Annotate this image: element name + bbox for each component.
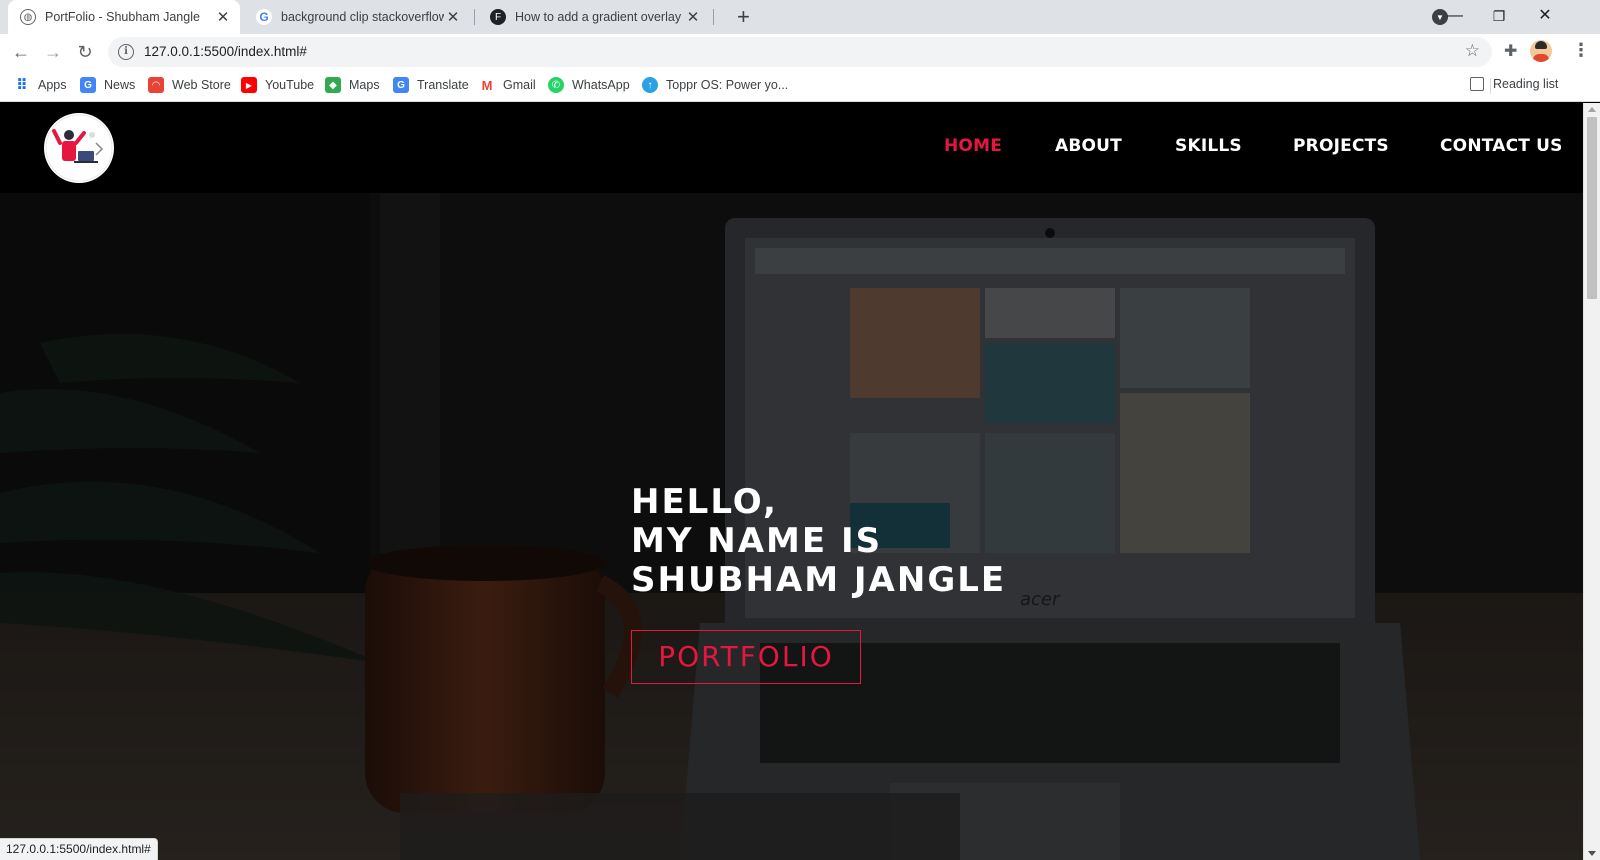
reading-list-button[interactable]: Reading list	[1470, 77, 1558, 91]
bookmark-youtube[interactable]: ▶ YouTube	[241, 77, 314, 93]
bookmark-apps[interactable]: ⠿ Apps	[14, 77, 67, 94]
f-icon: F	[490, 9, 506, 25]
scrollbar-thumb[interactable]	[1587, 117, 1597, 299]
hero-heading: HELLO, MY NAME IS SHUBHAM JANGLE	[631, 483, 1006, 600]
bookmark-translate[interactable]: G Translate	[393, 77, 469, 93]
back-arrow-icon[interactable]: ←	[8, 39, 34, 65]
menu-kebab-icon[interactable]: ⋮	[1572, 40, 1590, 61]
browser-toolbar: ← → ↻ i 127.0.0.1:5500/index.html# ☆	[0, 34, 1600, 70]
bookmark-label: Gmail	[503, 78, 536, 92]
toppr-icon: ↑	[642, 77, 658, 93]
bookmark-maps[interactable]: ◆ Maps	[325, 77, 380, 93]
scroll-down-arrow-icon[interactable]	[1588, 851, 1596, 856]
address-bar[interactable]: i 127.0.0.1:5500/index.html# ☆	[108, 37, 1492, 67]
nav-home[interactable]: HOME	[944, 136, 1002, 156]
bookmark-label: Translate	[417, 78, 469, 92]
nav-about[interactable]: ABOUT	[1055, 136, 1122, 156]
scroll-up-arrow-icon[interactable]	[1588, 107, 1596, 112]
whatsapp-icon: ✆	[548, 77, 564, 93]
reading-list-icon	[1470, 77, 1484, 91]
apps-grid-icon: ⠿	[16, 77, 28, 94]
close-icon[interactable]: ✕	[214, 8, 232, 26]
google-icon: G	[256, 9, 272, 25]
bookmark-star-icon[interactable]: ☆	[1465, 41, 1480, 61]
news-icon: G	[80, 77, 96, 93]
nav-contact-us[interactable]: CONTACT US	[1440, 136, 1563, 156]
tab-title: How to add a gradient overlay to	[515, 10, 684, 24]
person-with-laptop-icon	[45, 114, 113, 182]
forward-arrow-icon[interactable]: →	[40, 39, 66, 65]
profile-avatar[interactable]	[1530, 40, 1552, 62]
hero-line-greeting: HELLO,	[631, 482, 778, 522]
tab-divider	[474, 9, 475, 25]
tab-divider	[713, 9, 714, 25]
tab-gradient-overlay[interactable]: F How to add a gradient overlay to ✕	[478, 0, 710, 34]
tab-stackoverflow-search[interactable]: G background clip stackoverflow - G ✕	[244, 0, 470, 34]
site-navbar: HOME ABOUT SKILLS PROJECTS CONTACT US	[0, 103, 1583, 193]
bookmark-label: News	[104, 78, 136, 92]
page-viewport: HOME ABOUT SKILLS PROJECTS CONTACT US ac…	[0, 103, 1583, 860]
bookmarks-bar: ⠿ Apps G News ◠ Web Store ▶ YouTube ◆ Ma…	[0, 70, 1600, 102]
minimize-button[interactable]: —	[1440, 4, 1470, 28]
url-text[interactable]: 127.0.0.1:5500/index.html#	[144, 44, 307, 59]
bookmark-label: YouTube	[265, 78, 315, 92]
translate-icon: G	[393, 77, 409, 93]
bookmark-news[interactable]: G News	[80, 77, 135, 93]
bookmark-label: WhatsApp	[572, 78, 630, 92]
hero-line-name: SHUBHAM JANGLE	[631, 560, 1007, 600]
gmail-icon: M	[481, 77, 493, 93]
portfolio-button[interactable]: PORTFOLIO	[631, 630, 861, 684]
site-logo[interactable]	[44, 113, 114, 183]
page-scrollbar[interactable]	[1583, 103, 1600, 860]
close-window-button[interactable]: ✕	[1530, 4, 1560, 28]
bookmark-gmail[interactable]: M Gmail	[479, 77, 536, 93]
hero-section: acer HELLO, MY NAME IS SHUBHAM JANGLE PO…	[0, 193, 1583, 860]
close-icon[interactable]: ✕	[444, 8, 462, 26]
reload-icon[interactable]: ↻	[72, 39, 98, 65]
tab-portfolio[interactable]: ◍ PortFolio - Shubham Jangle ✕	[8, 0, 240, 34]
tab-strip: ◍ PortFolio - Shubham Jangle ✕ G backgro…	[0, 0, 1600, 34]
tab-title: PortFolio - Shubham Jangle	[45, 10, 200, 24]
restore-button[interactable]: ❐	[1484, 4, 1514, 28]
maps-icon: ◆	[325, 77, 341, 93]
close-icon[interactable]: ✕	[684, 8, 702, 26]
bookmark-label: Toppr OS: Power yo...	[666, 78, 789, 92]
bookmark-label: Maps	[349, 78, 380, 92]
web-store-icon: ◠	[148, 77, 164, 93]
tab-title: background clip stackoverflow - G	[281, 10, 444, 24]
nav-skills[interactable]: SKILLS	[1175, 136, 1242, 156]
new-tab-button[interactable]: +	[737, 4, 750, 30]
nav-projects[interactable]: PROJECTS	[1293, 136, 1389, 156]
reading-list-label: Reading list	[1493, 77, 1559, 91]
info-icon[interactable]: i	[118, 44, 134, 60]
bookmark-whatsapp[interactable]: ✆ WhatsApp	[548, 77, 630, 93]
hero-line-intro: MY NAME IS	[631, 521, 883, 561]
bookmark-label: Apps	[38, 78, 67, 92]
bookmark-label: Web Store	[172, 78, 231, 92]
status-url-bubble: 127.0.0.1:5500/index.html#	[0, 838, 158, 860]
bookmark-web-store[interactable]: ◠ Web Store	[148, 77, 231, 93]
youtube-icon: ▶	[241, 77, 257, 93]
bookmark-toppr[interactable]: ↑ Toppr OS: Power yo...	[642, 77, 788, 93]
globe-icon: ◍	[20, 9, 36, 25]
extensions-icon[interactable]: ✚	[1504, 41, 1517, 61]
